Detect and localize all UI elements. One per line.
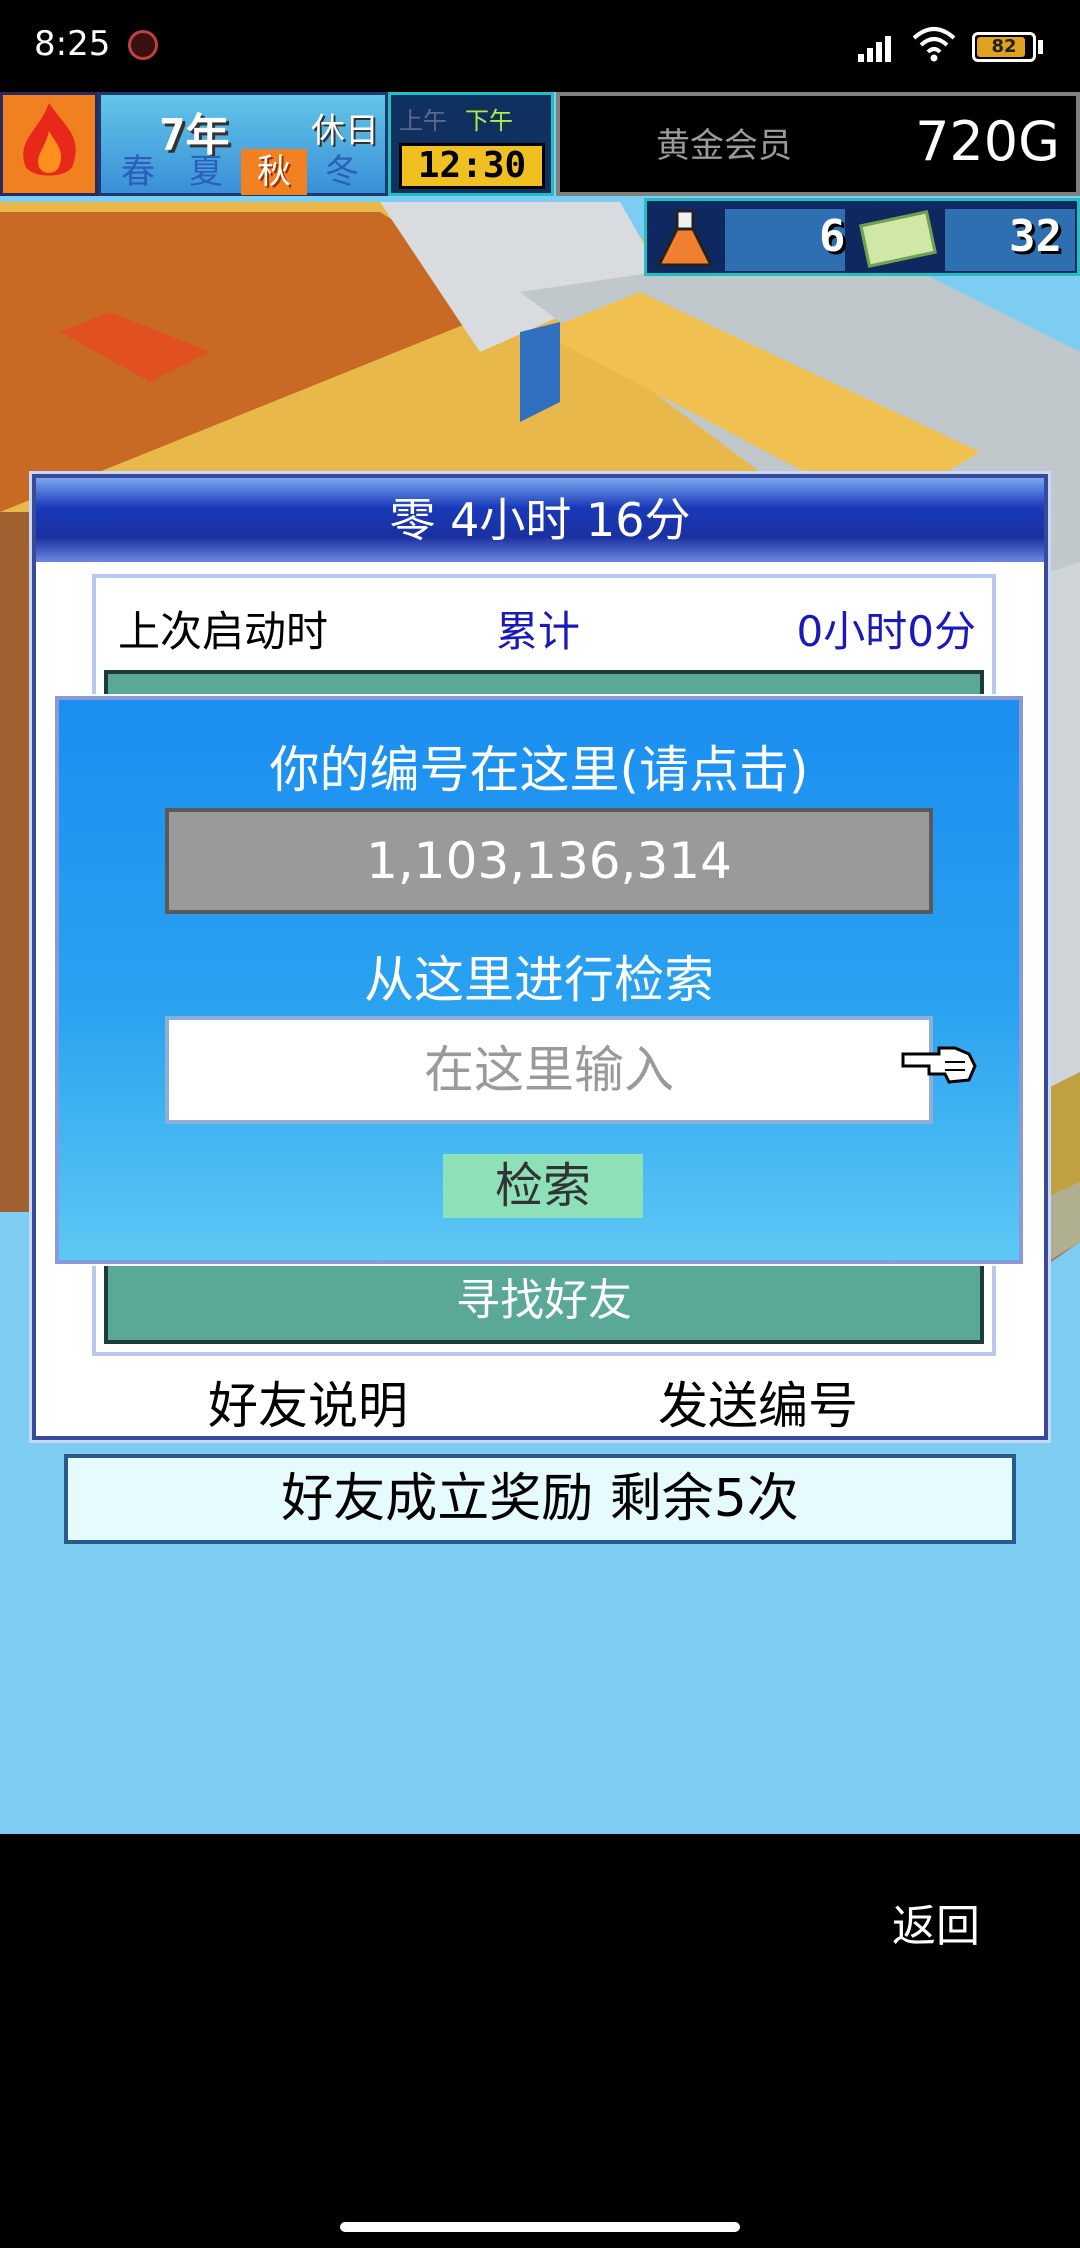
dialog-title: 零 4小时 16分 xyxy=(36,478,1044,562)
launch-stat-row: 上次启动时 累计 0小时0分 xyxy=(96,578,992,666)
search-input[interactable]: 在这里输入 xyxy=(165,1016,933,1124)
flame-icon xyxy=(23,103,76,176)
season-winter: 冬 xyxy=(325,152,359,192)
flask-icon xyxy=(656,209,714,267)
hud-emblem[interactable] xyxy=(0,92,98,196)
battery-level: 82 xyxy=(991,36,1017,57)
home-indicator[interactable] xyxy=(340,2222,740,2232)
money-value: 720G xyxy=(915,110,1060,173)
wifi-icon xyxy=(912,27,956,62)
season-summer: 夏 xyxy=(189,152,223,192)
search-subtitle: 从这里进行检索 xyxy=(364,951,714,1009)
resource-panel[interactable]: 6 32 xyxy=(644,198,1080,276)
total-value: 0小时0分 xyxy=(796,607,976,656)
season-autumn: 秋 xyxy=(241,149,307,195)
pointing-hand-icon xyxy=(901,1046,977,1084)
hud-time-panel[interactable]: 上午 下午 12:30 xyxy=(388,92,554,196)
hud-money-panel[interactable]: 黄金会员 720G xyxy=(556,92,1080,196)
friend-reward-bar: 好友成立奖励 剩余5次 xyxy=(64,1454,1016,1544)
research-points-value: 6 xyxy=(819,211,846,262)
season-row: 春 夏 秋 冬 xyxy=(101,149,385,195)
status-time: 8:25 xyxy=(34,24,111,64)
find-friend-button[interactable]: 寻找好友 xyxy=(108,1264,980,1328)
total-label: 累计 xyxy=(496,607,581,656)
signal-icon xyxy=(858,30,898,62)
popup-title: 你的编号在这里(请点击) xyxy=(269,741,809,799)
battery-tip xyxy=(1038,40,1043,54)
am-label: 上午 xyxy=(399,107,447,135)
ticket-icon xyxy=(859,210,937,268)
back-button[interactable]: 返回 xyxy=(892,1890,980,1954)
friend-help-button[interactable]: 好友说明 xyxy=(208,1366,408,1438)
battery-icon: 82 xyxy=(972,32,1036,62)
game-view[interactable]: 7年 休日 春 夏 秋 冬 上午 下午 12:30 黄金会员 720G 6 32… xyxy=(0,92,1080,1834)
pm-label: 下午 xyxy=(465,107,513,135)
holiday-label: 休日 xyxy=(311,111,379,151)
search-button[interactable]: 检索 xyxy=(443,1154,643,1218)
status-bar: 8:25 82 xyxy=(0,0,1080,92)
search-popup: 你的编号在这里(请点击) 1,103,136,314 从这里进行检索 在这里输入… xyxy=(53,694,1025,1266)
tickets-value: 32 xyxy=(1009,211,1062,262)
my-id-box[interactable]: 1,103,136,314 xyxy=(165,808,933,914)
hud-date-panel[interactable]: 7年 休日 春 夏 秋 冬 xyxy=(98,92,388,196)
last-launch-label: 上次启动时 xyxy=(118,607,329,656)
season-spring: 春 xyxy=(121,152,155,192)
send-id-button[interactable]: 发送编号 xyxy=(658,1366,858,1438)
notification-app-icon xyxy=(128,30,158,60)
game-clock: 12:30 xyxy=(399,143,545,189)
member-label: 黄金会员 xyxy=(656,126,792,166)
